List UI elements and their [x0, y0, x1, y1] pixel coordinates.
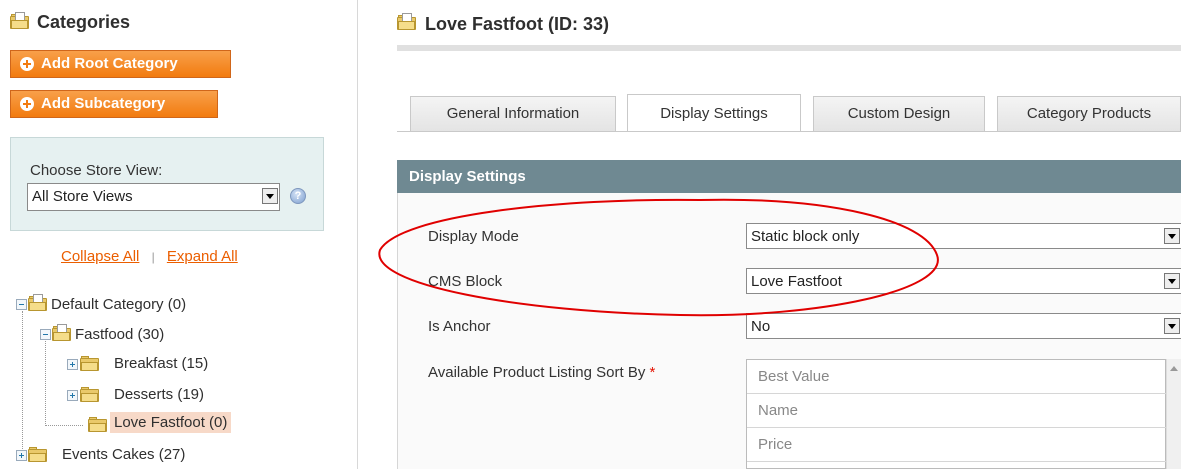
expand-all-link[interactable]: Expand All	[167, 248, 238, 265]
title-divider	[397, 45, 1181, 51]
category-folder-icon	[397, 13, 416, 30]
add-subcategory-label: Add Subcategory	[41, 95, 166, 112]
dropdown-arrow-icon	[1164, 273, 1180, 289]
tree-item-label: Breakfast (15)	[114, 355, 209, 372]
expand-toggle-icon[interactable]	[16, 450, 27, 461]
add-subcategory-button[interactable]: Add Subcategory	[10, 90, 218, 118]
cms-block-select[interactable]: Love Fastfoot	[746, 268, 1181, 294]
dropdown-arrow-icon	[1164, 228, 1180, 244]
tree-controls: Collapse All | Expand All	[61, 248, 238, 265]
sort-by-label-text: Available Product Listing Sort By	[428, 364, 646, 381]
tab-category-products[interactable]: Category Products	[997, 96, 1181, 131]
dropdown-arrow-icon	[1164, 318, 1180, 334]
plus-circle-icon	[20, 57, 34, 71]
display-mode-value: Static block only	[751, 228, 860, 245]
is-anchor-select[interactable]: No	[746, 313, 1181, 339]
sort-by-label: Available Product Listing Sort By *	[428, 364, 655, 381]
tree-item-label: Default Category (0)	[51, 296, 187, 313]
expand-toggle-icon[interactable]	[67, 390, 78, 401]
is-anchor-value: No	[751, 318, 771, 335]
display-mode-select[interactable]: Static block only	[746, 223, 1181, 249]
store-view-select[interactable]: All Store Views	[27, 183, 280, 211]
is-anchor-label: Is Anchor	[428, 318, 491, 335]
add-root-category-button[interactable]: Add Root Category	[10, 50, 231, 78]
section-header: Display Settings	[397, 160, 1181, 193]
display-mode-label: Display Mode	[428, 228, 519, 245]
sort-by-multiselect[interactable]: Best Value Name Price	[746, 359, 1167, 469]
sort-option[interactable]: Best Value	[747, 360, 1167, 394]
tree-item-label: Desserts (19)	[114, 386, 205, 403]
tabs-baseline	[397, 131, 1181, 132]
dropdown-arrow-icon	[262, 188, 278, 204]
collapse-all-link[interactable]: Collapse All	[61, 248, 139, 265]
sidebar-title: Categories	[37, 12, 131, 32]
collapse-toggle-icon[interactable]	[40, 329, 51, 340]
multiselect-scrollbar[interactable]	[1166, 359, 1181, 469]
sidebar-divider	[357, 0, 358, 469]
folder-icon	[28, 447, 47, 462]
tree-item-label: Events Cakes (27)	[62, 446, 186, 463]
folder-icon	[52, 324, 71, 341]
store-view-value: All Store Views	[32, 188, 133, 205]
sort-option[interactable]: Name	[747, 394, 1167, 428]
cms-block-value: Love Fastfoot	[751, 273, 842, 290]
folder-icon	[80, 356, 99, 371]
tab-display-settings[interactable]: Display Settings	[627, 94, 801, 131]
collapse-toggle-icon[interactable]	[16, 299, 27, 310]
plus-circle-icon	[20, 97, 34, 111]
help-icon[interactable]: ?	[290, 188, 306, 204]
folder-icon	[88, 417, 107, 432]
folder-icon	[28, 294, 47, 311]
tree-item-label-selected: Love Fastfoot (0)	[110, 412, 232, 433]
store-view-label: Choose Store View:	[30, 162, 163, 179]
page-title: Love Fastfoot (ID: 33)	[425, 14, 610, 34]
tab-custom-design[interactable]: Custom Design	[813, 96, 985, 131]
folder-icon	[80, 387, 99, 402]
required-mark: *	[649, 364, 656, 381]
categories-folder-icon	[10, 12, 29, 29]
tree-controls-separator: |	[151, 250, 155, 264]
add-root-category-label: Add Root Category	[41, 55, 178, 72]
expand-toggle-icon[interactable]	[67, 359, 78, 370]
cms-block-label: CMS Block	[428, 273, 503, 290]
tree-item-label: Fastfood (30)	[75, 326, 165, 343]
sort-option[interactable]: Price	[747, 428, 1167, 462]
tab-general-information[interactable]: General Information	[410, 96, 616, 131]
